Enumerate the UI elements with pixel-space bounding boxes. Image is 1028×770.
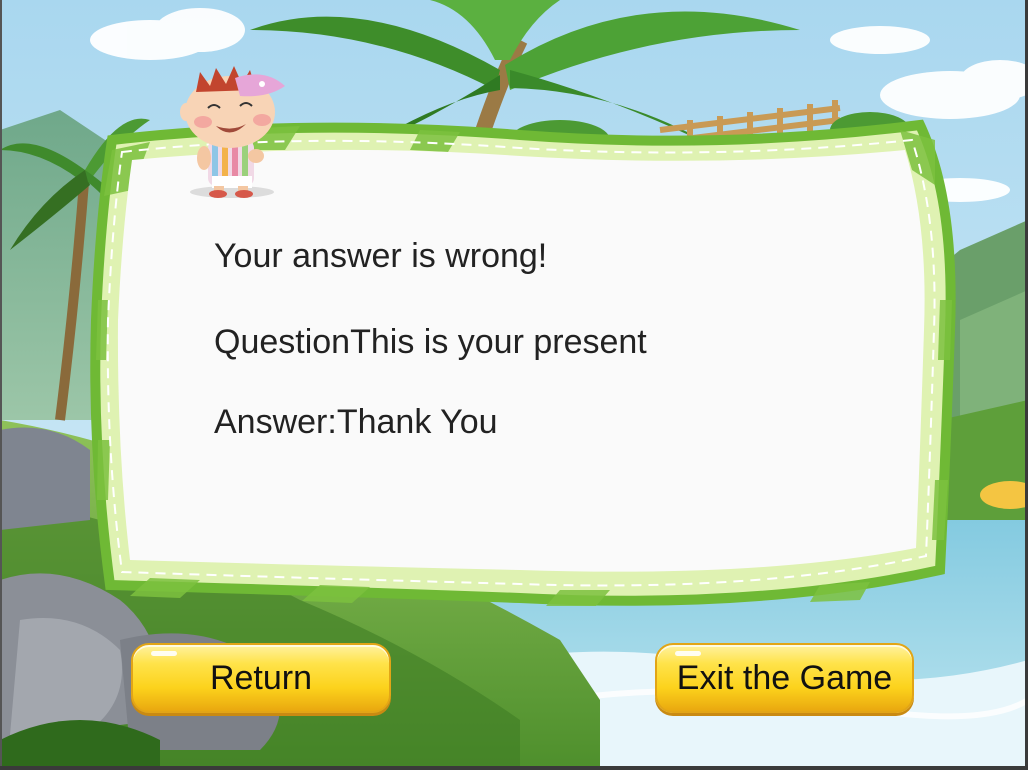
question-text: QuestionThis is your present [214,323,647,361]
result-message: Your answer is wrong! [214,237,548,275]
exit-game-button[interactable]: Exit the Game [655,643,914,713]
return-button-label: Return [209,658,313,697]
button-shine [151,651,177,656]
return-button[interactable]: Return [131,643,391,713]
answer-text: Answer:Thank You [214,403,498,441]
window-edge-bottom [0,766,1028,770]
exit-game-button-label: Exit the Game [676,658,893,697]
window-edge-left [0,0,2,770]
button-shine [675,651,701,656]
game-screen: Your answer is wrong! QuestionThis is yo… [0,0,1028,770]
